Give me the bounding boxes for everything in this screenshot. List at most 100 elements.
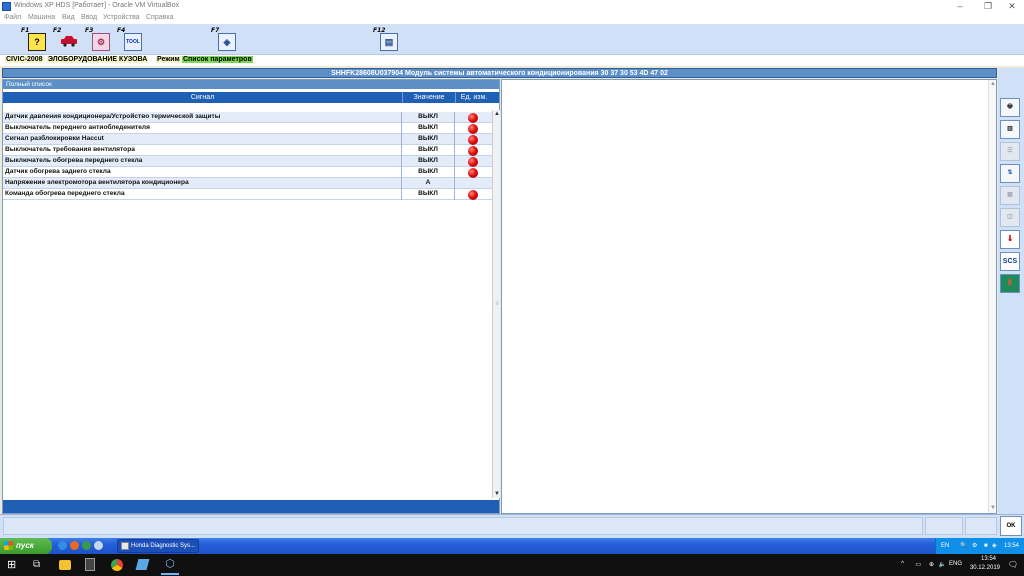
scroll-down-icon[interactable]: ▼ [989, 504, 997, 512]
virtualbox-taskbar-icon[interactable]: ⬡ [161, 555, 179, 575]
diagnostics-icon: ⚙ [92, 33, 110, 51]
column-value[interactable]: Значение [403, 92, 455, 103]
task-view-icon[interactable]: ⧉ [33, 558, 47, 572]
host-taskbar: ⊞ ⧉ ⬡ ^ ▭ ⊕ 🔈 ENG 13:54 30.12.2019 🗨 [0, 554, 1024, 576]
table-row[interactable]: Выключатель обогрева переднего стекла ВЫК… [3, 156, 492, 167]
column-unit[interactable]: Ед. изм. [456, 92, 492, 103]
graph-scrollbar[interactable]: ▲ ▼ [988, 80, 996, 513]
menu-input[interactable]: Ввод [81, 14, 97, 21]
tray-network-icon[interactable]: ⊕ [929, 561, 934, 568]
table-row[interactable]: Сигнал разблокировки Насcut ВЫКЛ [3, 134, 492, 145]
status-led-icon [468, 124, 478, 134]
chart-button[interactable]: ◫ [1000, 208, 1020, 227]
temperature-button[interactable]: 🌡 [1000, 230, 1020, 249]
status-cell [965, 517, 997, 535]
file-explorer-icon[interactable] [59, 560, 71, 570]
scs-button[interactable]: SCS [1000, 252, 1020, 271]
scroll-grip-icon[interactable]: ≡ [493, 300, 501, 308]
tray-chevron-icon[interactable]: ^ [901, 561, 904, 567]
status-led-icon [468, 113, 478, 123]
signal-name: Датчик давления кондиционера/Устройство … [5, 113, 221, 120]
f3-diagnostics-button[interactable]: F3 ⚙ [84, 27, 112, 53]
menu-devices[interactable]: Устройства [103, 14, 140, 21]
scroll-down-icon[interactable]: ▼ [493, 490, 501, 498]
f1-help-button[interactable]: F1 ? [20, 27, 48, 53]
table-header: Сигнал Значение Ед. изм. [3, 92, 499, 103]
scroll-up-icon[interactable]: ▲ [493, 110, 501, 118]
taskbar-window-label: Honda Diagnostic Sys... [131, 543, 196, 549]
host-clock-date[interactable]: 30.12.2019 [970, 565, 1000, 571]
grid-button[interactable]: ▦ [1000, 186, 1020, 205]
f2-vehicle-button[interactable]: F2 [52, 27, 80, 53]
tray-network-icon[interactable]: ⚙ [972, 538, 977, 554]
status-led-icon [468, 146, 478, 156]
select-button[interactable]: ⇅ [1000, 164, 1020, 183]
data-recorder-icon: ◈ [218, 33, 236, 51]
parameter-rows: Датчик давления кондиционера/Устройство … [3, 112, 492, 200]
menu-file[interactable]: Файл [4, 14, 21, 21]
menu-view[interactable]: Вид [62, 14, 75, 21]
table-row[interactable]: Датчик давления кондиционера/Устройство … [3, 112, 492, 123]
hds-toolbar: F1 ? F2 F3 ⚙ F4 TOOL F7 ◈ F12 ▤ [0, 24, 1024, 55]
f12-print-button[interactable]: F12 ▤ [372, 27, 400, 53]
tool-icon: TOOL [124, 33, 142, 51]
tray-volume-icon[interactable]: 🔈 [939, 561, 946, 568]
quicklaunch-ie-icon[interactable] [58, 541, 67, 550]
column-signal[interactable]: Сигнал [3, 92, 402, 103]
side-toolbar: 🖶 ▥ ☰ ⇅ ▦ ◫ 🌡 SCS 🚪 [998, 68, 1024, 514]
calculator-icon[interactable] [85, 558, 95, 571]
table-row[interactable]: Напряжение электромотора вентилятора кон… [3, 178, 492, 189]
notification-icon[interactable]: 🗨 [1008, 560, 1018, 569]
table-row[interactable]: Выключатель требования вентилятора ВЫКЛ [3, 145, 492, 156]
host-clock-time[interactable]: 13:54 [981, 556, 996, 562]
table-row[interactable]: Выключатель переднего антиобледенителя ВЫ… [3, 123, 492, 134]
start-button[interactable]: пуск [0, 538, 52, 554]
windows-flag-icon [4, 541, 13, 550]
table-row[interactable]: Команда обогрева переднего стекла ВЫКЛ [3, 189, 492, 200]
parameter-list-pane: Полный список Сигнал Значение Ед. изм. Д… [2, 79, 500, 514]
status-led-icon [468, 157, 478, 167]
menu-help[interactable]: Справка [146, 14, 173, 21]
tray-connect-icon[interactable]: ◈ [992, 538, 997, 554]
quicklaunch-desktop-icon[interactable] [94, 541, 103, 550]
scroll-up-icon[interactable]: ▲ [989, 80, 997, 88]
module-header: SHHFK28608U037904 Модуль системы автомат… [2, 68, 997, 78]
f4-tool-button[interactable]: F4 TOOL [116, 27, 144, 53]
tray-search-icon[interactable]: 🔍 [960, 538, 967, 554]
print-button[interactable]: 🖶 [1000, 98, 1020, 117]
close-button[interactable]: ✕ [998, 0, 1024, 13]
tray-volume-icon[interactable]: ■ [984, 538, 988, 554]
app-icon[interactable] [135, 559, 150, 570]
vbox-titlebar: Windows XP HDS [Работает] - Oracle VM Vi… [0, 0, 1024, 13]
signal-value: ВЫКЛ [418, 146, 438, 153]
language-indicator[interactable]: EN [941, 538, 949, 554]
help-icon: ? [28, 33, 46, 51]
connection-status-icon: OK [1000, 516, 1022, 536]
grid-icon: ▦ [1007, 192, 1013, 198]
system-name: ЭЛОБОРУДОВАНИЕ КУЗОВА [47, 56, 149, 63]
list-button[interactable]: ☰ [1000, 142, 1020, 161]
quicklaunch-app-icon[interactable] [82, 541, 91, 550]
graph-button[interactable]: ▥ [1000, 120, 1020, 139]
list-scrollbar[interactable]: ▲ ≡ ▼ [492, 110, 500, 498]
signal-value: ВЫКЛ [418, 135, 438, 142]
signal-value: ВЫКЛ [418, 168, 438, 175]
signal-name: Датчик обогрева заднего стекла [5, 168, 111, 175]
table-row[interactable]: Датчик обогрева заднего стекла ВЫКЛ [3, 167, 492, 178]
exit-door-icon: 🚪 [1006, 280, 1014, 286]
mode-label: Режим [156, 56, 181, 63]
minimize-button[interactable]: – [946, 0, 974, 13]
taskbar-window-button[interactable]: Honda Diagnostic Sys... [117, 539, 199, 553]
windows-start-icon[interactable]: ⊞ [7, 558, 21, 572]
select-icon: ⇅ [1007, 170, 1013, 176]
f7-data-button[interactable]: F7 ◈ [210, 27, 238, 53]
tray-battery-icon[interactable]: ▭ [915, 561, 921, 568]
quicklaunch-browser-icon[interactable] [70, 541, 79, 550]
signal-name: Команда обогрева переднего стекла [5, 190, 125, 197]
menu-machine[interactable]: Машина [28, 14, 55, 21]
exit-button[interactable]: 🚪 [1000, 274, 1020, 293]
chrome-icon[interactable] [111, 559, 123, 571]
signal-value: ВЫКЛ [418, 124, 438, 131]
host-language-indicator[interactable]: ENG [949, 561, 962, 567]
signal-name: Напряжение электромотора вентилятора кон… [5, 179, 189, 186]
